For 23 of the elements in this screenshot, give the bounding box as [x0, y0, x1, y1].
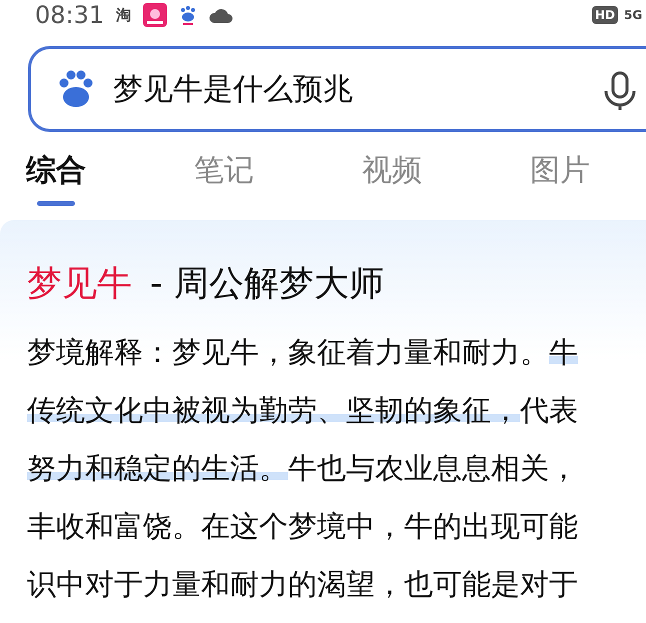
app-icon: [143, 3, 168, 27]
tab[interactable]: 综合: [26, 150, 86, 208]
snippet-text: 丰收和富饶。在这个梦境中，牛的出现可能: [27, 509, 578, 543]
tab[interactable]: 图片: [530, 150, 590, 208]
notification-label: 淘: [116, 6, 132, 24]
highlighted-snippet-text: 努力和稳定的生活。: [27, 451, 288, 485]
network-label: 5G: [624, 8, 644, 22]
highlighted-snippet-text: 传统文化中被视为勤劳、坚韧的象征，: [27, 393, 520, 427]
paw-icon: [179, 5, 198, 25]
microphone-icon[interactable]: [602, 71, 638, 111]
snippet-text: 代表: [520, 393, 578, 427]
clock: 08:31: [35, 1, 104, 29]
snippet-text: 梦境解释：梦见牛，象征着力量和耐力。: [27, 335, 549, 369]
paw-logo-icon: [57, 70, 95, 108]
result-title-keyword[interactable]: 梦见牛: [27, 260, 132, 307]
snippet-text: 牛也与农业息息相关，: [288, 451, 578, 485]
tab[interactable]: 视频: [362, 150, 422, 208]
search-field[interactable]: 梦见牛是什么预兆: [28, 46, 646, 132]
tab[interactable]: 笔记: [194, 150, 254, 208]
result-title[interactable]: - 周公解梦大师: [150, 260, 384, 307]
cloud-icon: [209, 6, 234, 24]
snippet-text: 识中对于力量和耐力的渴望，也可能是对于: [27, 567, 578, 601]
hd-badge: HD: [592, 6, 618, 24]
